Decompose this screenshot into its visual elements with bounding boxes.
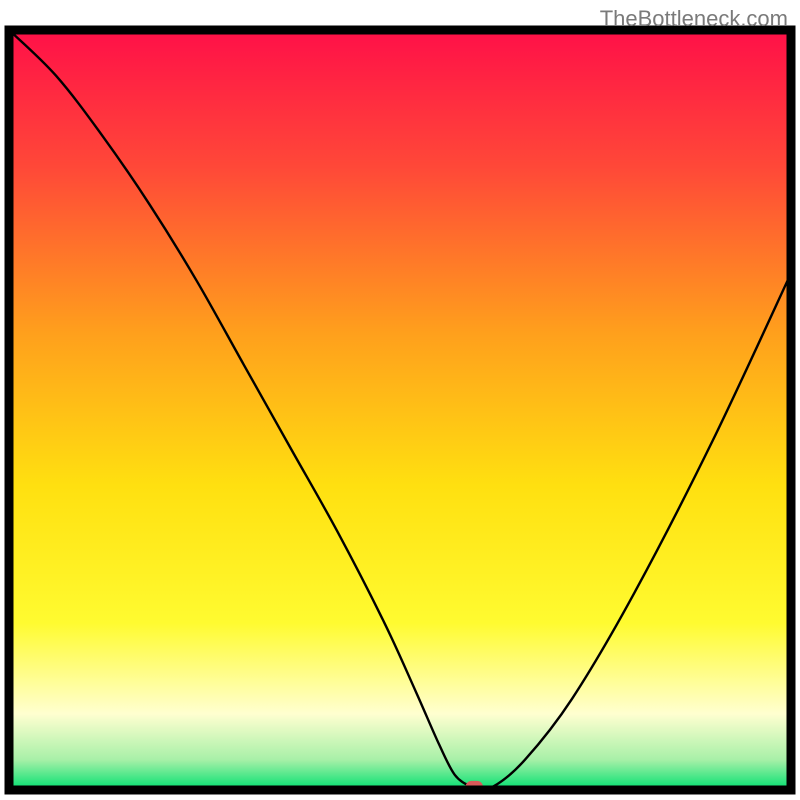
chart-container: TheBottleneck.com — [0, 0, 800, 800]
watermark-text: TheBottleneck.com — [600, 6, 788, 32]
bottleneck-chart — [0, 0, 800, 800]
gradient-background — [9, 30, 791, 790]
